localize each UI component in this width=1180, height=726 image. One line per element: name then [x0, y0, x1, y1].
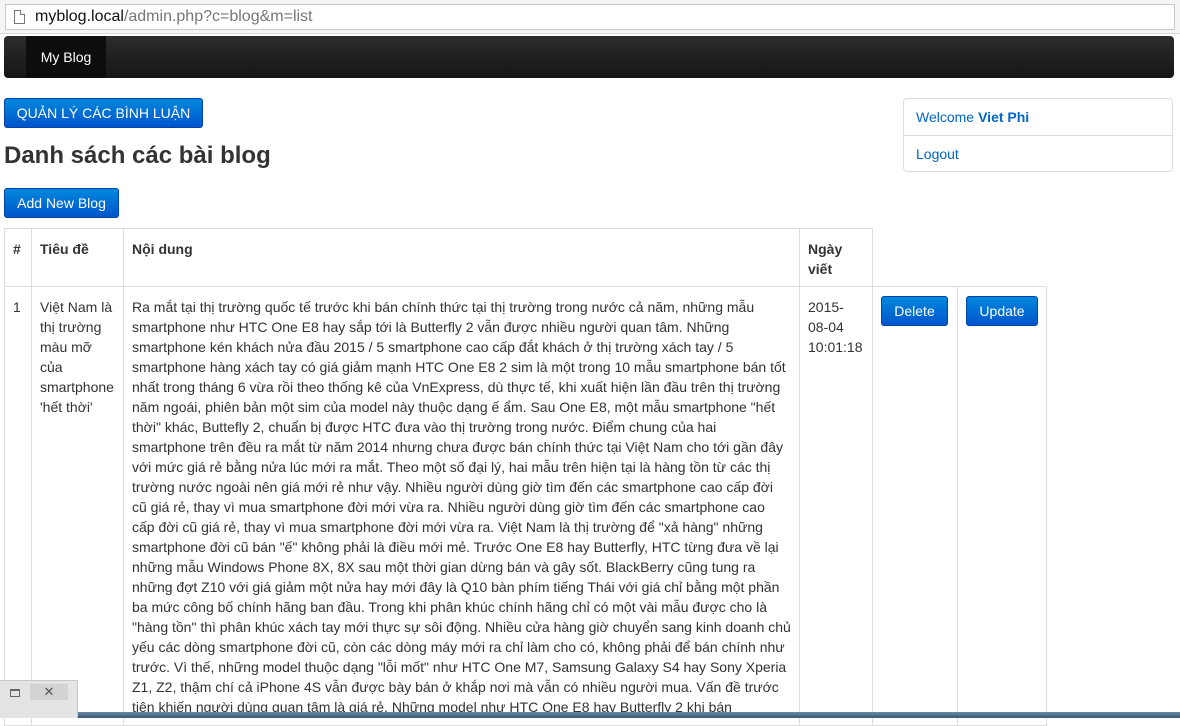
logout-link[interactable]: Logout: [904, 135, 1172, 172]
header-date: Ngày viết: [799, 228, 873, 287]
brand-link[interactable]: My Blog: [26, 36, 106, 78]
header-index: #: [4, 228, 32, 287]
row-content: Ra mắt tại thị trường quốc tế trước khi …: [123, 286, 800, 726]
manage-comments-button[interactable]: QUẢN LÝ CÁC BÌNH LUẬN: [4, 98, 203, 128]
restore-icon[interactable]: [10, 689, 20, 697]
header-title: Tiêu đề: [31, 228, 124, 287]
close-icon[interactable]: ✕: [30, 684, 68, 700]
row-date: 2015-08-04 10:01:18: [799, 286, 873, 726]
url-path: /admin.php?c=blog&m=list: [123, 8, 313, 25]
page-icon: [14, 10, 25, 24]
row-index: 1: [4, 286, 32, 726]
minimized-window: ✕: [0, 680, 78, 718]
navbar: My Blog: [4, 36, 1174, 78]
browser-address-bar: myblog.local/admin.php?c=blog&m=list: [0, 0, 1180, 34]
welcome-label: Welcome: [916, 109, 975, 125]
username[interactable]: Viet Phi: [978, 109, 1029, 125]
row-delete-cell: Delete: [872, 286, 958, 726]
user-panel: Welcome Viet Phi Logout: [903, 98, 1173, 172]
os-taskbar: [78, 712, 1180, 718]
url-host: myblog.local: [35, 8, 124, 25]
url-field[interactable]: myblog.local/admin.php?c=blog&m=list: [5, 4, 1175, 30]
row-update-cell: Update: [957, 286, 1047, 726]
welcome-row: Welcome Viet Phi: [904, 99, 1172, 135]
row-title: Việt Nam là thị trường màu mỡ của smartp…: [31, 286, 124, 726]
page-title: Danh sách các bài blog: [4, 142, 271, 169]
header-content: Nội dung: [123, 228, 800, 287]
add-new-blog-button[interactable]: Add New Blog: [4, 188, 119, 218]
delete-button[interactable]: Delete: [881, 296, 948, 326]
update-button[interactable]: Update: [966, 296, 1038, 326]
